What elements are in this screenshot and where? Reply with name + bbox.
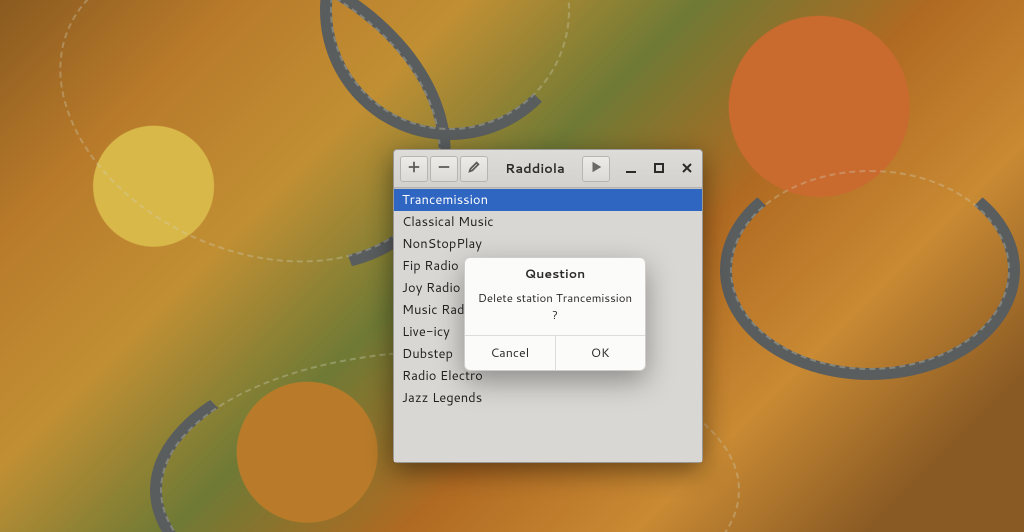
dialog-message: Delete station Trancemission ? — [465, 287, 645, 335]
station-row[interactable]: Jazz Legends — [394, 387, 702, 409]
close-icon — [681, 157, 693, 180]
wallpaper-decor — [720, 160, 1020, 380]
window-controls — [622, 160, 696, 178]
maximize-button[interactable] — [650, 160, 668, 178]
add-button[interactable] — [400, 156, 428, 182]
cancel-button[interactable]: Cancel — [465, 336, 555, 370]
play-icon — [589, 158, 603, 179]
dialog-title: Question — [465, 258, 645, 287]
remove-button[interactable] — [430, 156, 458, 182]
station-row[interactable]: Trancemission — [394, 189, 702, 211]
minus-icon — [437, 158, 451, 179]
confirm-dialog: Question Delete station Trancemission ? … — [464, 257, 646, 371]
station-row[interactable]: Classical Music — [394, 211, 702, 233]
pencil-icon — [467, 158, 481, 179]
plus-icon — [407, 158, 421, 179]
minimize-button[interactable] — [622, 160, 640, 178]
play-button[interactable] — [582, 156, 610, 182]
desktop: Raddiola TrancemissionClassical MusicNon… — [0, 0, 1024, 532]
window-title: Raddiola — [490, 160, 580, 178]
titlebar[interactable]: Raddiola — [394, 150, 702, 188]
minimize-icon — [625, 157, 637, 180]
maximize-icon — [653, 157, 665, 180]
edit-button[interactable] — [460, 156, 488, 182]
ok-button[interactable]: OK — [555, 336, 646, 370]
station-row[interactable]: NonStopPlay — [394, 233, 702, 255]
dialog-actions: Cancel OK — [465, 335, 645, 370]
close-button[interactable] — [678, 160, 696, 178]
